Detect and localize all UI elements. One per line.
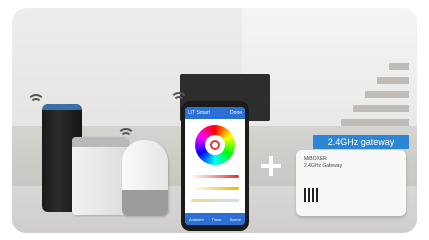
gateway-label: 2.4GHz gateway [313,135,409,149]
saturation-slider [191,187,239,190]
temperature-slider [191,199,239,202]
header-done: Done [230,110,242,116]
color-wheel [195,125,235,165]
app-header: LIT Smart Done [185,107,245,119]
brightness-slider [191,175,239,178]
footer-item: Timer [211,216,222,222]
gateway-model: 2.4GHz Gateway [304,163,343,169]
wifi-icon [170,90,188,104]
gateway-brand: MiBOXER [304,156,327,162]
footer-item: Scene [229,216,241,222]
app-footer: Ambient Timer Scene [185,213,245,225]
qr-code [304,188,318,202]
wifi-icon [27,92,45,106]
phone-screen: LIT Smart Done Ambient Timer Scene [185,107,245,225]
gateway-device: MiBOXER 2.4GHz Gateway [296,150,406,216]
app-title: LIT Smart [188,110,210,116]
gateway-text: MiBOXER 2.4GHz Gateway [304,156,342,170]
power-icon [210,140,220,150]
smart-speaker-square [72,137,128,215]
plus-icon [261,156,281,176]
smartphone: LIT Smart Done Ambient Timer Scene [181,101,249,231]
footer-item: Ambient [188,216,204,222]
smart-speaker-home [122,140,168,216]
